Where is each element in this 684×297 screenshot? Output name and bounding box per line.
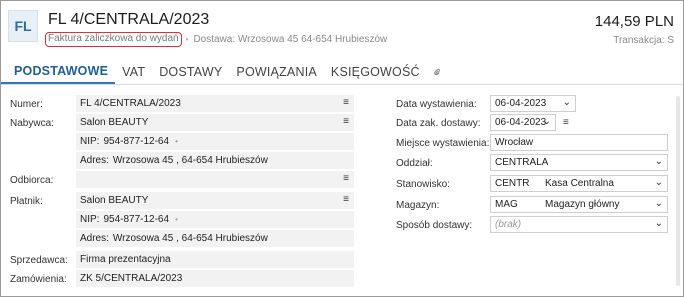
zamowienia-field[interactable]: ZK 5/CENTRALA/2023 bbox=[76, 270, 354, 287]
odbiorca-menu-icon[interactable]: ≡ bbox=[343, 173, 349, 184]
stanowisko-code: CENTR bbox=[495, 178, 530, 189]
miejsce-wystawienia-label: Miejsce wystawienia: bbox=[396, 138, 490, 149]
data-zak-dostawy-value: 06-04-2023 bbox=[495, 117, 547, 128]
chevron-down-icon: ⌄ bbox=[654, 156, 663, 167]
nabywca-adres-value: Wrzosowa 45 , 64-654 Hrubieszów bbox=[112, 155, 268, 166]
separator-dot-icon: • bbox=[185, 35, 189, 44]
magazyn-code: MAG bbox=[495, 199, 518, 210]
nabywca-nip-value: 954-877-12-64 bbox=[103, 136, 170, 147]
data-zak-menu-icon[interactable]: ≡ bbox=[563, 117, 569, 128]
nabywca-nip-key: NIP: bbox=[80, 136, 100, 147]
platnik-field[interactable]: Salon BEAUTY ≡ bbox=[76, 192, 354, 209]
chevron-down-icon: ⌄ bbox=[562, 97, 571, 108]
platnik-label: Płatnik: bbox=[10, 196, 43, 207]
data-wystawienia-label: Data wystawienia: bbox=[396, 99, 477, 110]
chevron-down-icon: ⌄ bbox=[654, 218, 663, 229]
nabywca-field[interactable]: Salon BEAUTY ≡ bbox=[76, 114, 354, 131]
chevron-down-icon: ⌄ bbox=[654, 177, 663, 188]
paperclip-icon bbox=[434, 68, 440, 75]
miejsce-wystawienia-input[interactable]: Wrocław bbox=[490, 134, 668, 151]
magazyn-label: Magazyn: bbox=[396, 200, 440, 211]
sposob-dostawy-value: (brak) bbox=[495, 219, 522, 230]
tab-attachments[interactable] bbox=[427, 59, 447, 84]
magazyn-select[interactable]: MAG Magazyn główny ⌄ bbox=[490, 196, 668, 213]
data-zak-dostawy-picker[interactable]: 06-04-2023 ⌄ bbox=[490, 114, 556, 131]
zamowienia-value: ZK 5/CENTRALA/2023 bbox=[80, 273, 183, 284]
platnik-value: Salon BEAUTY bbox=[80, 195, 149, 206]
tab-powiazania[interactable]: POWIĄZANIA bbox=[229, 59, 323, 84]
nabywca-menu-icon[interactable]: ≡ bbox=[343, 116, 349, 127]
nabywca-label: Nabywca: bbox=[10, 118, 54, 129]
nabywca-nip-row: NIP: 954-877-12-64 • bbox=[76, 133, 354, 150]
data-wystawienia-value: 06-04-2023 bbox=[495, 98, 547, 109]
platnik-nip-dot-icon: • bbox=[175, 215, 178, 224]
document-type-label[interactable]: Faktura zaliczkowa do wydań bbox=[45, 32, 182, 47]
oddzial-value: CENTRALA bbox=[495, 157, 549, 168]
chevron-down-icon: ⌄ bbox=[542, 116, 551, 127]
document-amount: 144,59 PLN bbox=[594, 13, 674, 30]
odbiorca-label: Odbiorca: bbox=[10, 175, 54, 186]
miejsce-wystawienia-value: Wrocław bbox=[495, 137, 534, 148]
tab-vat[interactable]: VAT bbox=[115, 59, 152, 84]
platnik-adres-key: Adres: bbox=[80, 233, 109, 244]
oddzial-select[interactable]: CENTRALA ⌄ bbox=[490, 154, 668, 171]
numer-menu-icon[interactable]: ≡ bbox=[343, 97, 349, 108]
nabywca-adres-key: Adres: bbox=[80, 155, 109, 166]
sprzedawca-value: Firma prezentacyjna bbox=[80, 254, 171, 265]
oddzial-label: Oddział: bbox=[396, 158, 433, 169]
stanowisko-label: Stanowisko: bbox=[396, 179, 450, 190]
platnik-nip-row: NIP: 954-877-12-64 • bbox=[76, 211, 354, 228]
document-type-logo: FL bbox=[8, 10, 38, 42]
sposob-dostawy-label: Sposób dostawy: bbox=[396, 220, 473, 231]
numer-field[interactable]: FL 4/CENTRALA/2023 ≡ bbox=[76, 95, 354, 112]
numer-value: FL 4/CENTRALA/2023 bbox=[80, 98, 181, 109]
document-subtitle: Faktura zaliczkowa do wydań • Dostawa: W… bbox=[45, 32, 387, 47]
numer-label: Numer: bbox=[10, 99, 43, 110]
tab-podstawowe[interactable]: PODSTAWOWE bbox=[1, 59, 116, 84]
sprzedawca-field: Firma prezentacyjna bbox=[76, 251, 354, 268]
vertical-scrollbar[interactable] bbox=[676, 96, 680, 286]
platnik-menu-icon[interactable]: ≡ bbox=[343, 194, 349, 205]
document-title: FL 4/CENTRALA/2023 bbox=[48, 11, 210, 28]
stanowisko-name: Kasa Centralna bbox=[545, 178, 614, 189]
platnik-adres-value: Wrzosowa 45 , 64-654 Hrubieszów bbox=[112, 233, 268, 244]
delivery-address: Dostawa: Wrzosowa 45 64-654 Hrubieszów bbox=[193, 34, 388, 45]
nabywca-nip-dot-icon: • bbox=[175, 137, 178, 146]
document-window: FL FL 4/CENTRALA/2023 Faktura zaliczkowa… bbox=[0, 0, 684, 297]
platnik-nip-key: NIP: bbox=[80, 214, 100, 225]
tab-bar: PODSTAWOWE VAT DOSTAWY POWIĄZANIA KSIĘGO… bbox=[1, 59, 683, 85]
data-wystawienia-picker[interactable]: 06-04-2023 ⌄ bbox=[490, 95, 576, 112]
data-zak-dostawy-label: Data zak. dostawy: bbox=[396, 118, 481, 129]
chevron-down-icon: ⌄ bbox=[654, 198, 663, 209]
transaction-type: Transakcja: S bbox=[613, 35, 674, 46]
sposob-dostawy-select[interactable]: (brak) ⌄ bbox=[490, 216, 668, 233]
nabywca-adres-row: Adres: Wrzosowa 45 , 64-654 Hrubieszów bbox=[76, 152, 354, 169]
stanowisko-select[interactable]: CENTR Kasa Centralna ⌄ bbox=[490, 175, 668, 192]
platnik-nip-value: 954-877-12-64 bbox=[103, 214, 170, 225]
zamowienia-label: Zamówienia: bbox=[10, 274, 67, 285]
tab-dostawy[interactable]: DOSTAWY bbox=[152, 59, 229, 84]
magazyn-name: Magazyn główny bbox=[545, 199, 620, 210]
nabywca-value: Salon BEAUTY bbox=[80, 117, 149, 128]
tab-ksiegowosc[interactable]: KSIĘGOWOŚĆ bbox=[324, 59, 427, 84]
platnik-adres-row: Adres: Wrzosowa 45 , 64-654 Hrubieszów bbox=[76, 230, 354, 247]
odbiorca-field[interactable]: ≡ bbox=[76, 171, 354, 188]
sprzedawca-label: Sprzedawca: bbox=[10, 255, 68, 266]
